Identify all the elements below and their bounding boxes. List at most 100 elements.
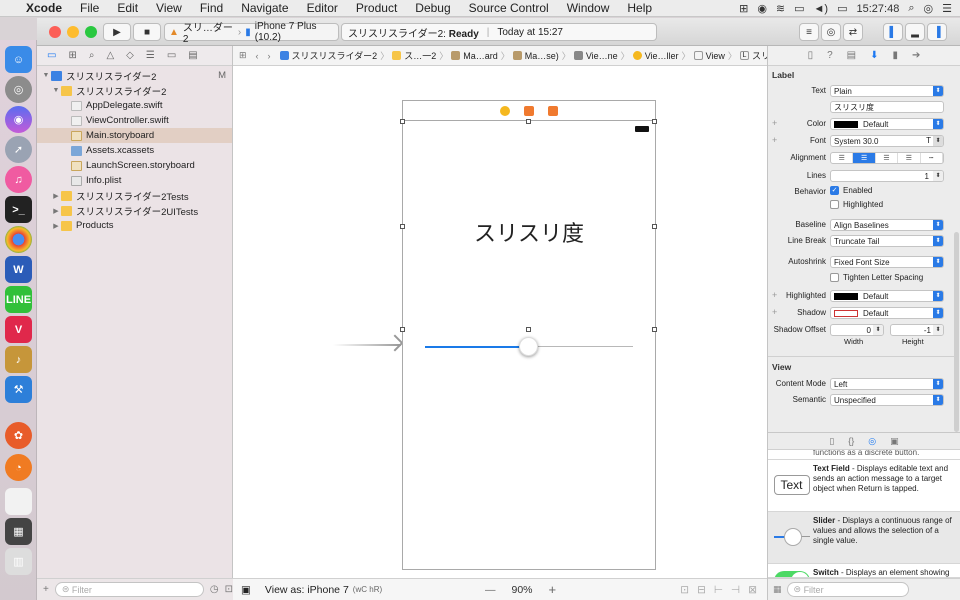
add-variation-icon[interactable]: +	[772, 307, 777, 317]
screen-mirroring-icon[interactable]: ▭	[794, 2, 804, 15]
breadcrumb-group[interactable]: ス…一2	[392, 49, 436, 62]
volume-icon[interactable]: ◄)	[814, 3, 829, 15]
utilities-toggle-icon[interactable]: ▐	[927, 23, 947, 41]
shadow-height-field[interactable]: -1 ⬍	[890, 324, 944, 336]
file-template-icon[interactable]: ▯	[829, 436, 834, 447]
breadcrumb-project[interactable]: スリスリスライダー2	[279, 49, 377, 62]
font-field[interactable]: System 30.0 T ⬍	[830, 135, 944, 147]
resize-handle[interactable]	[526, 327, 531, 332]
stop-button[interactable]: ■	[133, 23, 161, 41]
menu-edit[interactable]: Edit	[117, 1, 138, 15]
pin-icon[interactable]: ⊣	[731, 584, 740, 596]
menu-find[interactable]: Find	[200, 1, 223, 15]
navigator-filter-input[interactable]: ⊜ Filter	[54, 582, 204, 597]
zoom-button[interactable]	[85, 26, 97, 38]
breadcrumb-file[interactable]: Ma…ard	[451, 51, 498, 61]
menu-file[interactable]: File	[80, 1, 99, 15]
garageband-icon[interactable]: ♪	[5, 346, 32, 373]
photo-app-icon[interactable]: ✿	[5, 422, 32, 449]
wifi-icon[interactable]: ≋	[776, 2, 785, 15]
first-responder-icon[interactable]	[524, 105, 534, 116]
resolve-icon[interactable]: ⊠	[748, 584, 757, 596]
resize-handle[interactable]	[652, 119, 657, 124]
breadcrumb-label[interactable]: Lスリスリ度	[739, 49, 767, 62]
library-item-textfield[interactable]: Text Text Field - Displays editable text…	[768, 460, 960, 512]
linebreak-select[interactable]: Truncate Tail ⬍	[830, 235, 944, 247]
baseline-select[interactable]: Align Baselines ⬍	[830, 219, 944, 231]
resize-handle[interactable]	[652, 327, 657, 332]
clock[interactable]: 15:27:48	[857, 3, 900, 15]
slider-max-track[interactable]	[529, 346, 633, 347]
folder-icon[interactable]: ▭	[47, 50, 56, 61]
media-library-icon[interactable]: ▣	[890, 436, 899, 447]
view-as-label[interactable]: View as: iPhone 7	[265, 584, 349, 596]
terminal-icon[interactable]: >_	[5, 196, 32, 223]
resize-handle[interactable]	[400, 119, 405, 124]
vivaldi-icon[interactable]: V	[5, 316, 32, 343]
align-center-icon[interactable]: ☰	[853, 153, 876, 163]
menu-app-name[interactable]: Xcode	[26, 1, 62, 15]
siri-dock-icon[interactable]: ◉	[5, 106, 32, 133]
recent-files-icon[interactable]: ◷	[210, 584, 219, 595]
alignment-segmented-control[interactable]: ☰ ☰ ☰ ☰ ┅	[830, 152, 944, 164]
library-item-switch[interactable]: Switch - Displays an element showing the…	[768, 564, 960, 578]
content-mode-select[interactable]: Left ⬍	[830, 378, 944, 390]
breadcrumb-view[interactable]: View	[693, 51, 725, 61]
related-items-icon[interactable]: ⊞	[239, 50, 247, 61]
itunes-icon[interactable]: ♫	[5, 166, 32, 193]
breakpoint-navigator-icon[interactable]: ▭	[167, 50, 176, 61]
add-variation-icon[interactable]: +	[772, 135, 777, 145]
semantic-select[interactable]: Unspecified ⬍	[830, 394, 944, 406]
tree-row-file[interactable]: Assets.xcassets	[37, 143, 232, 158]
close-button[interactable]	[49, 26, 61, 38]
rocket-icon[interactable]: ➚	[5, 136, 32, 163]
library-item-cut[interactable]: functions as a discrete button.	[768, 450, 960, 460]
object-library-icon[interactable]: ◎	[868, 436, 876, 447]
chrome-icon[interactable]	[5, 226, 32, 253]
forward-icon[interactable]: ›	[268, 51, 271, 61]
disclosure-closed-icon[interactable]: ▶	[51, 192, 61, 200]
ui-label[interactable]: スリスリ度	[403, 216, 655, 248]
menu-window[interactable]: Window	[567, 1, 610, 15]
zoom-out-button[interactable]: —	[485, 584, 496, 596]
tree-row-group[interactable]: ▶ スリスリスライダー2UITests	[37, 203, 232, 218]
attributes-inspector-icon[interactable]: ⬇	[870, 50, 878, 61]
tree-row-group[interactable]: ▶ Products	[37, 218, 232, 233]
disclosure-closed-icon[interactable]: ▶	[51, 222, 61, 230]
scheme-selector[interactable]: ▲ スリ…ダー2 › ▮ iPhone 7 Plus (10.2)	[164, 21, 339, 45]
search-icon[interactable]: ⌕	[908, 2, 914, 15]
disclosure-open-icon[interactable]: ▼	[51, 87, 61, 94]
menu-help[interactable]: Help	[627, 1, 652, 15]
zoom-in-button[interactable]: +	[549, 582, 557, 597]
code-snippet-icon[interactable]: {}	[848, 436, 854, 446]
identity-inspector-icon[interactable]: ▤	[847, 50, 856, 61]
size-class-label[interactable]: (wC hR)	[353, 585, 382, 594]
chrome-app-icon[interactable]	[5, 488, 32, 515]
storyboard-canvas[interactable]: スリスリ度	[233, 66, 767, 594]
tree-row-group[interactable]: ▶ スリスリスライダー2Tests	[37, 188, 232, 203]
menu-view[interactable]: View	[156, 1, 182, 15]
find-navigator-icon[interactable]: ⌕	[89, 50, 95, 61]
version-editor-icon[interactable]: ⇄	[843, 23, 863, 41]
symbol-navigator-icon[interactable]: ⊞	[68, 50, 76, 61]
back-icon[interactable]: ‹	[256, 51, 259, 61]
highlighted-checkbox[interactable]: Highlighted	[830, 200, 883, 210]
word-icon[interactable]: W	[5, 256, 32, 283]
file-inspector-icon[interactable]: ▯	[808, 50, 814, 61]
tree-row-file[interactable]: LaunchScreen.storyboard	[37, 158, 232, 173]
highlighted-color-select[interactable]: Default ⬍	[830, 290, 944, 302]
align-natural-icon[interactable]: ┅	[921, 153, 943, 163]
disclosure-open-icon[interactable]: ▼	[41, 72, 51, 79]
menu-debug[interactable]: Debug	[415, 1, 450, 15]
slider-thumb[interactable]	[519, 337, 538, 356]
stack-icon[interactable]: ⊟	[697, 584, 706, 596]
autoshrink-select[interactable]: Fixed Font Size ⬍	[830, 256, 944, 268]
firefox-icon[interactable]: ◔	[5, 454, 32, 481]
align-justify-icon[interactable]: ☰	[898, 153, 921, 163]
align-right-icon[interactable]: ☰	[876, 153, 899, 163]
zoom-level[interactable]: 90%	[512, 584, 533, 596]
finder-icon[interactable]: ☺	[5, 46, 32, 73]
text-type-select[interactable]: Plain ⬍	[830, 85, 944, 97]
tree-row-file[interactable]: ViewController.swift	[37, 113, 232, 128]
align-icon[interactable]: ⊢	[714, 584, 723, 596]
